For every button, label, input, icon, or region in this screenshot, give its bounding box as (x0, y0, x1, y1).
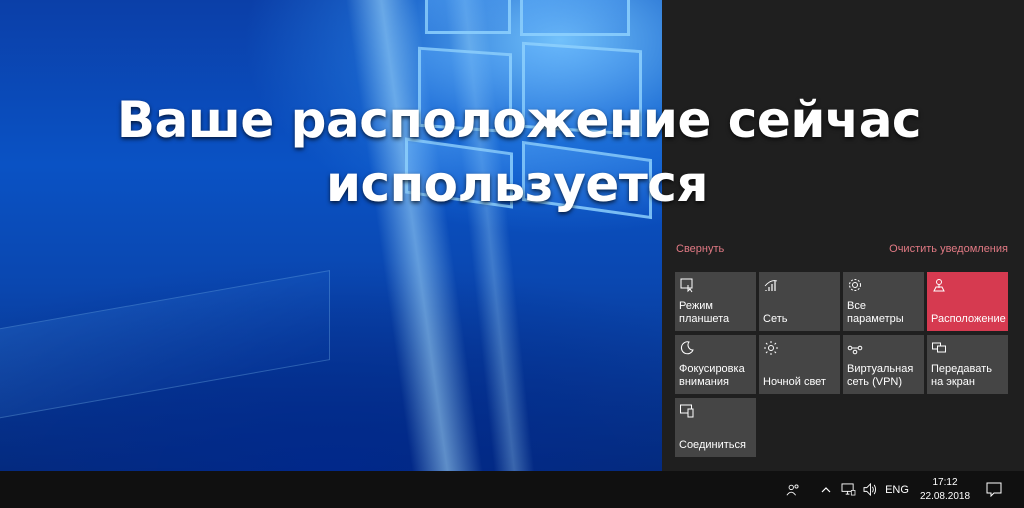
clock-date: 22.08.2018 (919, 490, 971, 502)
notifications-icon (986, 482, 1002, 497)
volume-button[interactable] (860, 471, 880, 508)
action-center-panel: Свернуть Очистить уведомления Режим план… (662, 0, 1024, 471)
network-tray-icon (841, 483, 855, 496)
vpn-icon (847, 345, 863, 355)
tablet-mode-icon (680, 278, 693, 293)
desktop-wallpaper (0, 0, 662, 471)
tile-label: Соединиться (679, 439, 746, 451)
clock[interactable]: 17:12 22.08.2018 (914, 471, 976, 508)
tile-network[interactable]: Сеть (759, 272, 840, 331)
tile-label: Ночной свет (763, 376, 826, 388)
network-icon (764, 280, 778, 291)
clear-notifications-link[interactable]: Очистить уведомления (889, 243, 1008, 255)
brightness-icon (764, 341, 778, 355)
tile-label: Сеть (763, 313, 788, 325)
input-language-indicator[interactable]: ENG (880, 471, 914, 508)
moon-icon (680, 341, 694, 355)
tile-label: Виртуальная сеть (VPN) (847, 363, 914, 388)
tile-label: Фокусировка внимания (679, 363, 745, 388)
gear-icon (849, 279, 861, 291)
tile-tablet-mode[interactable]: Режим планшета (675, 272, 756, 331)
tile-focus-assist[interactable]: Фокусировка внимания (675, 335, 756, 394)
chevron-up-icon (821, 486, 831, 492)
tile-label: Расположение (931, 313, 1006, 325)
people-icon (786, 483, 799, 496)
collapse-link[interactable]: Свернуть (676, 243, 724, 255)
page-title: Ваше расположение сейчас используется (0, 88, 1024, 216)
location-icon (933, 279, 945, 292)
tile-all-settings[interactable]: Все параметры (843, 272, 924, 331)
title-line-1: Ваше расположение сейчас (116, 91, 922, 149)
tile-night-light[interactable]: Ночной свет (759, 335, 840, 394)
network-tray-button[interactable] (838, 471, 858, 508)
connect-icon (680, 404, 694, 418)
action-center-button[interactable] (982, 471, 1006, 508)
title-line-2: используется (325, 155, 709, 213)
clock-time: 17:12 (932, 476, 958, 488)
people-button[interactable] (783, 471, 803, 508)
show-hidden-icons-button[interactable] (816, 471, 836, 508)
tile-connect[interactable]: Соединиться (675, 398, 756, 457)
taskbar: ENG 17:12 22.08.2018 (0, 471, 1024, 508)
tile-label: Передавать на экран (931, 363, 992, 388)
tile-label: Режим планшета (679, 300, 730, 325)
tile-location[interactable]: Расположение (927, 272, 1008, 331)
project-icon (932, 342, 946, 353)
tile-project[interactable]: Передавать на экран (927, 335, 1008, 394)
volume-icon (863, 483, 876, 496)
tile-label: Все параметры (847, 300, 904, 325)
tile-vpn[interactable]: Виртуальная сеть (VPN) (843, 335, 924, 394)
